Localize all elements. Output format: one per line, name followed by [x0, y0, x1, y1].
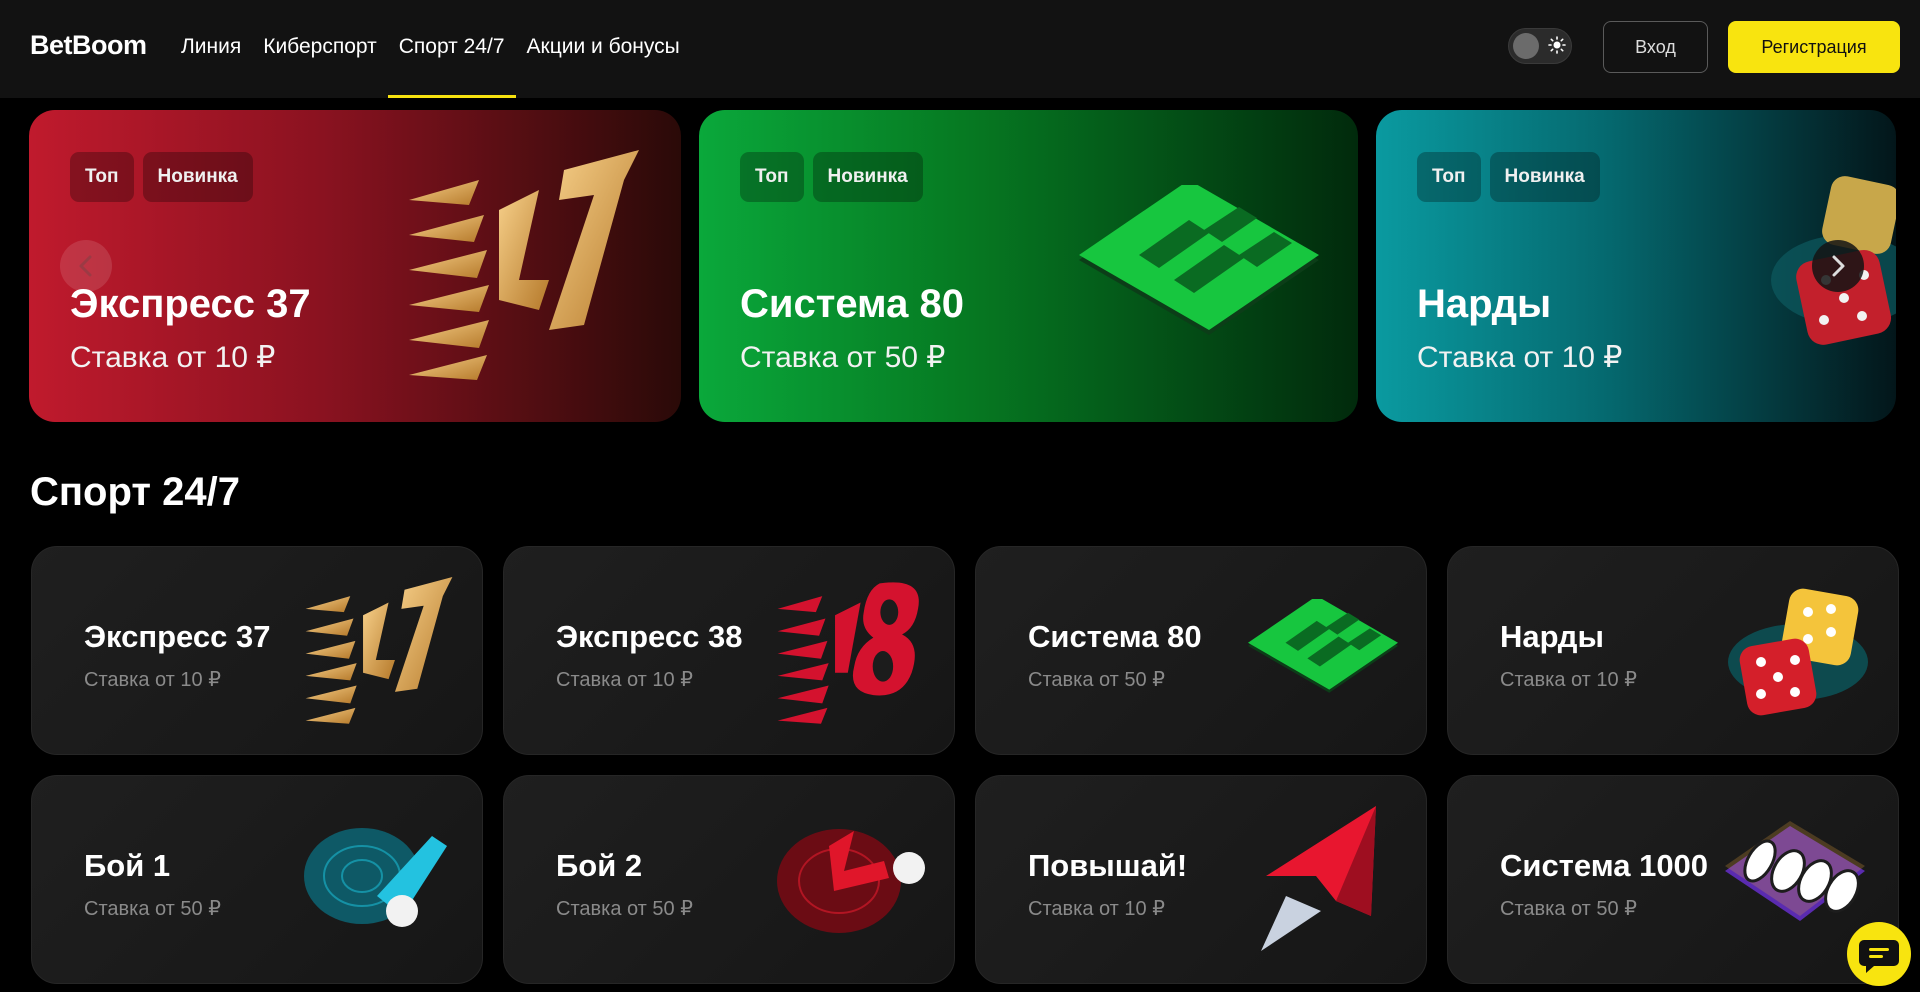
number-37-icon [305, 577, 453, 724]
betboom-logo[interactable]: BetBoom [30, 30, 147, 61]
game-title: Система 80 [1028, 619, 1202, 654]
game-subtitle: Ставка от 50 ₽ [84, 898, 221, 920]
banner-title: Нарды [1417, 282, 1552, 326]
tag-top: Топ [70, 152, 134, 202]
game-title: Нарды [1500, 619, 1604, 654]
game-card-fight-2[interactable]: Бой 2 Ставка от 50 ₽ [503, 775, 955, 984]
game-card-raise[interactable]: Повышай! Ставка от 10 ₽ [975, 775, 1427, 984]
number-1000-icon [1725, 821, 1865, 921]
tag-new: Новинка [142, 152, 253, 202]
nav-item-esports[interactable]: Киберспорт [263, 0, 377, 98]
game-subtitle: Ставка от 50 ₽ [556, 898, 693, 920]
game-card-express-37[interactable]: Экспресс 37 Ставка от 10 ₽ [31, 546, 483, 755]
game-title: Система 1000 [1500, 848, 1709, 883]
game-subtitle: Ставка от 10 ₽ [1500, 669, 1637, 691]
carousel-prev-button[interactable] [60, 240, 112, 292]
banner-tags: Топ Новинка [70, 152, 253, 202]
chevron-right-icon [1832, 255, 1845, 277]
banner-system-80[interactable]: Топ Новинка Система 80 Ставка от 50 ₽ [699, 110, 1358, 422]
number-38-icon [777, 582, 919, 724]
tag-new: Новинка [812, 152, 923, 202]
register-button[interactable]: Регистрация [1728, 21, 1900, 73]
banner-subtitle: Ставка от 10 ₽ [70, 341, 276, 374]
top-header: BetBoom Линия Киберспорт Спорт 24/7 Акци… [0, 0, 1920, 98]
sun-icon [1548, 36, 1566, 54]
red-ball-icon [777, 829, 925, 933]
tag-new: Новинка [1489, 152, 1600, 202]
number-37-icon [409, 150, 639, 380]
game-card-express-38[interactable]: Экспресс 38 Ставка от 10 ₽ [503, 546, 955, 755]
game-title: Экспресс 37 [84, 619, 271, 654]
game-title: Экспресс 38 [556, 619, 743, 654]
tag-top: Топ [1417, 152, 1481, 202]
chat-icon [1859, 940, 1899, 973]
carousel-next-button[interactable] [1812, 240, 1864, 292]
game-title: Повышай! [1028, 848, 1188, 883]
section-title: Спорт 24/7 [30, 470, 240, 514]
banner-subtitle: Ставка от 50 ₽ [740, 341, 946, 374]
game-subtitle: Ставка от 50 ₽ [1028, 669, 1165, 691]
banner-tags: Топ Новинка [1417, 152, 1600, 202]
number-80-icon [1248, 599, 1398, 693]
support-chat-button[interactable] [1847, 922, 1911, 986]
banner-subtitle: Ставка от 10 ₽ [1417, 341, 1623, 374]
login-button[interactable]: Вход [1603, 21, 1708, 73]
blue-ball-icon [304, 828, 447, 927]
dice-icon [1728, 588, 1868, 716]
theme-toggle[interactable] [1508, 28, 1572, 64]
game-subtitle: Ставка от 10 ₽ [84, 669, 221, 691]
game-title: Бой 2 [556, 848, 643, 883]
game-card-backgammon[interactable]: Нарды Ставка от 10 ₽ [1447, 546, 1899, 755]
game-card-fight-1[interactable]: Бой 1 Ставка от 50 ₽ [31, 775, 483, 984]
tag-top: Топ [740, 152, 804, 202]
game-subtitle: Ставка от 10 ₽ [556, 669, 693, 691]
game-card-system-1000[interactable]: Система 1000 Ставка от 50 ₽ [1447, 775, 1899, 984]
banner-title: Система 80 [740, 282, 964, 326]
nav-item-line[interactable]: Линия [181, 0, 241, 98]
banner-express-37[interactable]: Топ Новинка Экспресс 37 Ставка от 10 ₽ [29, 110, 681, 422]
number-80-icon [1079, 185, 1319, 335]
chevron-left-icon [79, 255, 92, 277]
nav-item-promotions[interactable]: Акции и бонусы [527, 0, 680, 98]
main-nav: Линия Киберспорт Спорт 24/7 Акции и бону… [170, 0, 691, 98]
game-card-system-80[interactable]: Система 80 Ставка от 50 ₽ [975, 546, 1427, 755]
game-subtitle: Ставка от 10 ₽ [1028, 898, 1165, 920]
game-title: Бой 1 [84, 848, 171, 883]
nav-item-sport247[interactable]: Спорт 24/7 [387, 0, 516, 98]
banner-tags: Топ Новинка [740, 152, 923, 202]
game-subtitle: Ставка от 50 ₽ [1500, 898, 1637, 920]
theme-toggle-knob [1513, 33, 1539, 59]
arrow-up-icon [1261, 806, 1376, 951]
